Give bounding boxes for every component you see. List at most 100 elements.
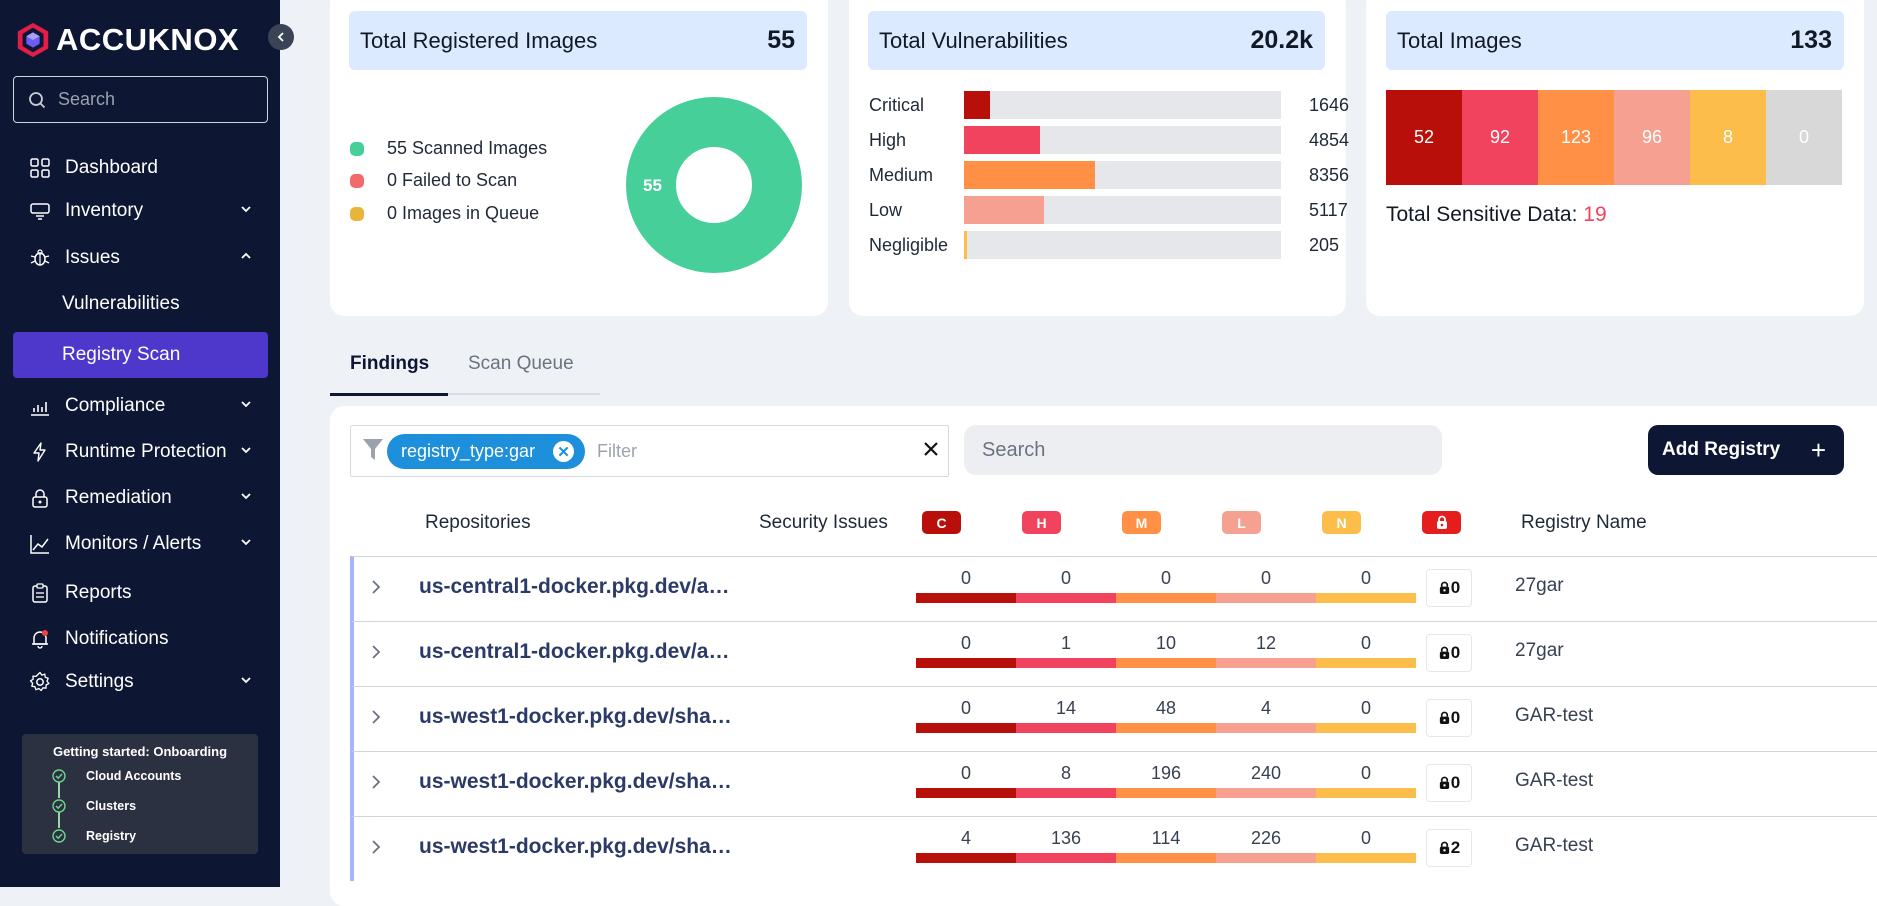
repository-name[interactable]: us-west1-docker.pkg.dev/sha… [419,835,749,859]
sidebar-subitem-vulnerabilities[interactable]: Vulnerabilities [13,281,268,327]
accuknox-logo-icon [17,22,49,58]
column-header-repositories[interactable]: Repositories [425,512,531,534]
severity-badge-low[interactable]: L [1222,511,1261,534]
table-row[interactable]: us-west1-docker.pkg.dev/sha… 0 8 196 240… [350,751,1877,816]
table-row[interactable]: us-west1-docker.pkg.dev/sha… 0 14 48 4 0… [350,686,1877,751]
secrets-count[interactable]: 0 [1426,569,1472,607]
count-critical: 0 [960,763,971,783]
filter-clear-button[interactable] [916,434,946,464]
filter-bar[interactable]: registry_type:gar ✕ [350,425,949,477]
severity-cell-unknown[interactable]: 0 [1766,90,1842,185]
table-row[interactable]: us-central1-docker.pkg.dev/a… 0 1 10 12 … [350,621,1877,686]
vuln-bar-row[interactable]: Medium 8356 [869,161,1349,191]
vuln-bar-row[interactable]: Low 5117 [869,196,1348,226]
severity-bar-critical [916,658,1016,668]
repository-name[interactable]: us-central1-docker.pkg.dev/a… [419,575,749,599]
dashboard-icon [29,157,51,179]
filter-chip[interactable]: registry_type:gar ✕ [387,434,585,469]
severity-cell-negligible[interactable]: 8 [1690,90,1766,185]
onboarding-step[interactable]: Clusters [52,799,136,813]
count-high: 1 [1060,633,1071,653]
sidebar-collapse-button[interactable] [268,24,294,50]
sidebar-item-label: Inventory [65,200,144,221]
vuln-bar-track [964,231,1281,259]
vuln-bar-value: 5117 [1309,200,1348,220]
vuln-bar-track [964,196,1281,224]
tab-scan-queue[interactable]: Scan Queue [468,353,574,375]
legend-item: 55 Scanned Images [350,138,547,159]
repository-name[interactable]: us-west1-docker.pkg.dev/sha… [419,770,749,794]
severity-badge-medium[interactable]: M [1122,511,1161,534]
secrets-count[interactable]: 0 [1426,634,1472,672]
findings-search-input[interactable] [964,425,1442,475]
sidebar-search[interactable] [13,76,268,123]
sidebar-item-dashboard[interactable]: Dashboard [13,148,268,188]
column-header-registry-name[interactable]: Registry Name [1521,512,1647,534]
table-row[interactable]: us-central1-docker.pkg.dev/a… 0 0 0 0 0 … [350,556,1877,621]
severity-cell-low[interactable]: 96 [1614,90,1690,185]
sidebar-item-reports[interactable]: Reports [13,573,268,613]
sidebar-subitem-registry-scan[interactable]: Registry Scan [13,332,268,378]
sidebar-item-runtime-protection[interactable]: Runtime Protection [13,432,268,472]
repository-name[interactable]: us-west1-docker.pkg.dev/sha… [419,705,749,729]
vulnerabilities-card: Total Vulnerabilities 20.2k Critical 164… [849,0,1349,316]
legend-swatch [350,141,364,156]
legend-swatch [350,173,364,188]
onboarding-step-label: Registry [86,829,137,843]
chevron-right-icon[interactable] [370,644,382,660]
sensitive-data-value[interactable]: 19 [1583,203,1606,226]
sidebar-item-settings[interactable]: Settings [13,662,268,702]
column-header-security-issues[interactable]: Security Issues [759,512,888,534]
sidebar-item-compliance[interactable]: Compliance [13,386,268,426]
sidebar-item-issues[interactable]: Issues [13,238,268,278]
table-row[interactable]: us-west1-docker.pkg.dev/sha… 4 136 114 2… [350,816,1877,881]
vuln-bar-row[interactable]: Critical 1646 [869,91,1349,121]
severity-badge-high[interactable]: H [1022,511,1061,534]
onboarding-step[interactable]: Registry [52,829,136,843]
severity-cell-high[interactable]: 92 [1462,90,1538,185]
secrets-count[interactable]: 0 [1426,764,1472,802]
severity-bar-low [1216,593,1316,603]
card-title: Total Vulnerabilities [879,27,1068,53]
vuln-bar-value: 1646 [1309,95,1350,115]
chevron-right-icon[interactable] [370,774,382,790]
secrets-count[interactable]: 0 [1426,699,1472,737]
onboarding-step[interactable]: Cloud Accounts [52,769,181,783]
close-icon [924,442,938,456]
card-title: Total Images [1397,27,1522,53]
tab-findings[interactable]: Findings [350,353,429,375]
card-value: 20.2k [1250,26,1313,54]
sidebar-item-remediation[interactable]: Remediation [13,478,268,518]
sidebar-item-inventory[interactable]: Inventory [13,191,268,231]
vuln-bar-row[interactable]: Negligible 205 [869,231,1339,261]
chevron-right-icon[interactable] [370,839,382,855]
secrets-count[interactable]: 2 [1426,829,1472,867]
severity-badge-critical[interactable]: C [922,511,961,534]
severity-bar-high [1016,723,1116,733]
secrets-badge[interactable] [1422,511,1461,534]
count-low: 240 [1250,763,1282,783]
severity-bar-medium [1116,658,1216,668]
chevron-down-icon [241,493,251,500]
add-registry-button[interactable]: Add Registry + [1648,425,1844,475]
vuln-bar-row[interactable]: High 4854 [869,126,1349,156]
count-high: 0 [1060,568,1071,588]
filter-input[interactable] [595,436,875,466]
sidebar-item-notifications[interactable]: Notifications [13,619,268,659]
severity-badge-negligible[interactable]: N [1322,511,1361,534]
sidebar-item-label: Settings [65,671,134,692]
repository-name[interactable]: us-central1-docker.pkg.dev/a… [419,640,749,664]
count-negligible: 0 [1360,633,1371,653]
severity-cell-medium[interactable]: 123 [1538,90,1614,185]
sidebar-search-input[interactable] [56,88,246,111]
chevron-right-icon[interactable] [370,709,382,725]
scanned-images-donut[interactable]: 55 [625,96,803,274]
chip-remove-icon[interactable]: ✕ [553,441,574,462]
sidebar-item-monitors-alerts[interactable]: Monitors / Alerts [13,524,268,564]
severity-cell-critical[interactable]: 52 [1386,90,1462,185]
logo[interactable]: ACCUKNOX [14,18,239,62]
filter-icon[interactable] [362,438,384,462]
chevron-right-icon[interactable] [370,579,382,595]
chevron-down-icon [241,401,251,408]
onboarding-panel[interactable]: Getting started: Onboarding Cloud Accoun… [22,734,258,854]
